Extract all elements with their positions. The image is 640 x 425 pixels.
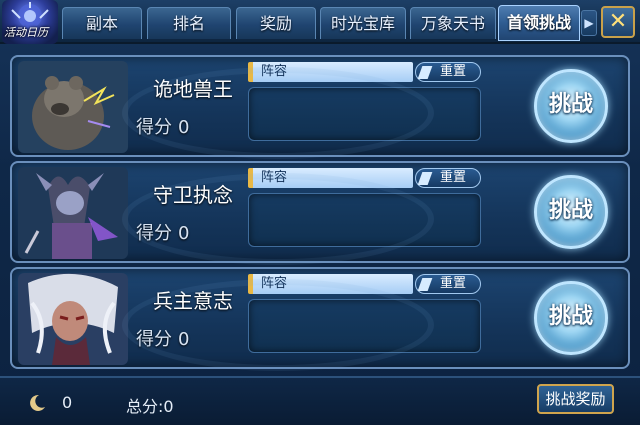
boss-score: 得分 0 bbox=[136, 113, 189, 139]
tab-ranking[interactable]: 排名 bbox=[147, 7, 231, 39]
boss-score: 得分 0 bbox=[136, 325, 189, 351]
logo-text: 活动日历 bbox=[4, 26, 48, 39]
score-label: 得分 bbox=[136, 117, 172, 138]
boss-name: 守卫执念 bbox=[153, 183, 233, 207]
reset-button[interactable]: 重置 bbox=[415, 62, 481, 82]
close-icon: ✕ bbox=[608, 9, 628, 34]
tab-dungeon[interactable]: 副本 bbox=[62, 7, 142, 39]
boss-challenge-screen: 活动日历 副本 排名 奖励 时光宝库 万象天书 首领挑战 ▶ ✕ 诡地兽王 得分… bbox=[0, 0, 640, 425]
lineup-label: 阵容 bbox=[248, 168, 413, 188]
lineup-slot[interactable] bbox=[248, 299, 481, 353]
moon-count: 0 bbox=[62, 393, 73, 412]
lineup-slot[interactable] bbox=[248, 87, 481, 141]
tab-rewards[interactable]: 奖励 bbox=[236, 7, 316, 39]
tab-bar: 活动日历 副本 排名 奖励 时光宝库 万象天书 首领挑战 ▶ ✕ bbox=[0, 0, 640, 44]
challenge-button[interactable]: 挑战 bbox=[534, 69, 608, 143]
score-value: 0 bbox=[178, 329, 190, 350]
score-label: 得分 bbox=[136, 329, 172, 350]
total-score: 总分:0 bbox=[126, 397, 174, 416]
lineup-label: 阵容 bbox=[248, 62, 413, 82]
boss-row: 守卫执念 得分 0 阵容 重置 挑战 bbox=[10, 161, 630, 265]
boss-row: 诡地兽王 得分 0 阵容 重置 挑战 bbox=[10, 55, 630, 159]
reset-button[interactable]: 重置 bbox=[415, 274, 481, 294]
horned-guardian-portrait bbox=[18, 167, 128, 259]
activity-calendar-logo[interactable]: 活动日历 bbox=[2, 0, 58, 44]
lineup-label: 阵容 bbox=[248, 274, 413, 294]
challenge-reward-button[interactable]: 挑战奖励 bbox=[537, 384, 614, 414]
bear-beast-portrait bbox=[18, 61, 128, 153]
boss-score: 得分 0 bbox=[136, 219, 189, 245]
tab-time-vault[interactable]: 时光宝库 bbox=[320, 7, 406, 39]
boss-row: 兵主意志 得分 0 阵容 重置 挑战 bbox=[10, 267, 630, 371]
challenge-button[interactable]: 挑战 bbox=[534, 281, 608, 355]
lineup-slot[interactable] bbox=[248, 193, 481, 247]
crescent-moon-icon bbox=[30, 394, 45, 411]
boss-name: 兵主意志 bbox=[153, 289, 233, 313]
white-haired-warlord-portrait bbox=[18, 273, 128, 365]
footer-bar: 0 总分:0 挑战奖励 bbox=[0, 376, 640, 425]
tab-myriad-tome[interactable]: 万象天书 bbox=[410, 7, 496, 39]
reset-button[interactable]: 重置 bbox=[415, 168, 481, 188]
score-value: 0 bbox=[178, 223, 190, 244]
chevron-right-icon[interactable]: ▶ bbox=[581, 10, 597, 36]
close-button[interactable]: ✕ bbox=[601, 6, 635, 38]
challenge-button[interactable]: 挑战 bbox=[534, 175, 608, 249]
tab-boss-challenge[interactable]: 首领挑战 bbox=[498, 5, 580, 41]
boss-name: 诡地兽王 bbox=[153, 77, 233, 101]
score-label: 得分 bbox=[136, 223, 172, 244]
score-value: 0 bbox=[178, 117, 190, 138]
